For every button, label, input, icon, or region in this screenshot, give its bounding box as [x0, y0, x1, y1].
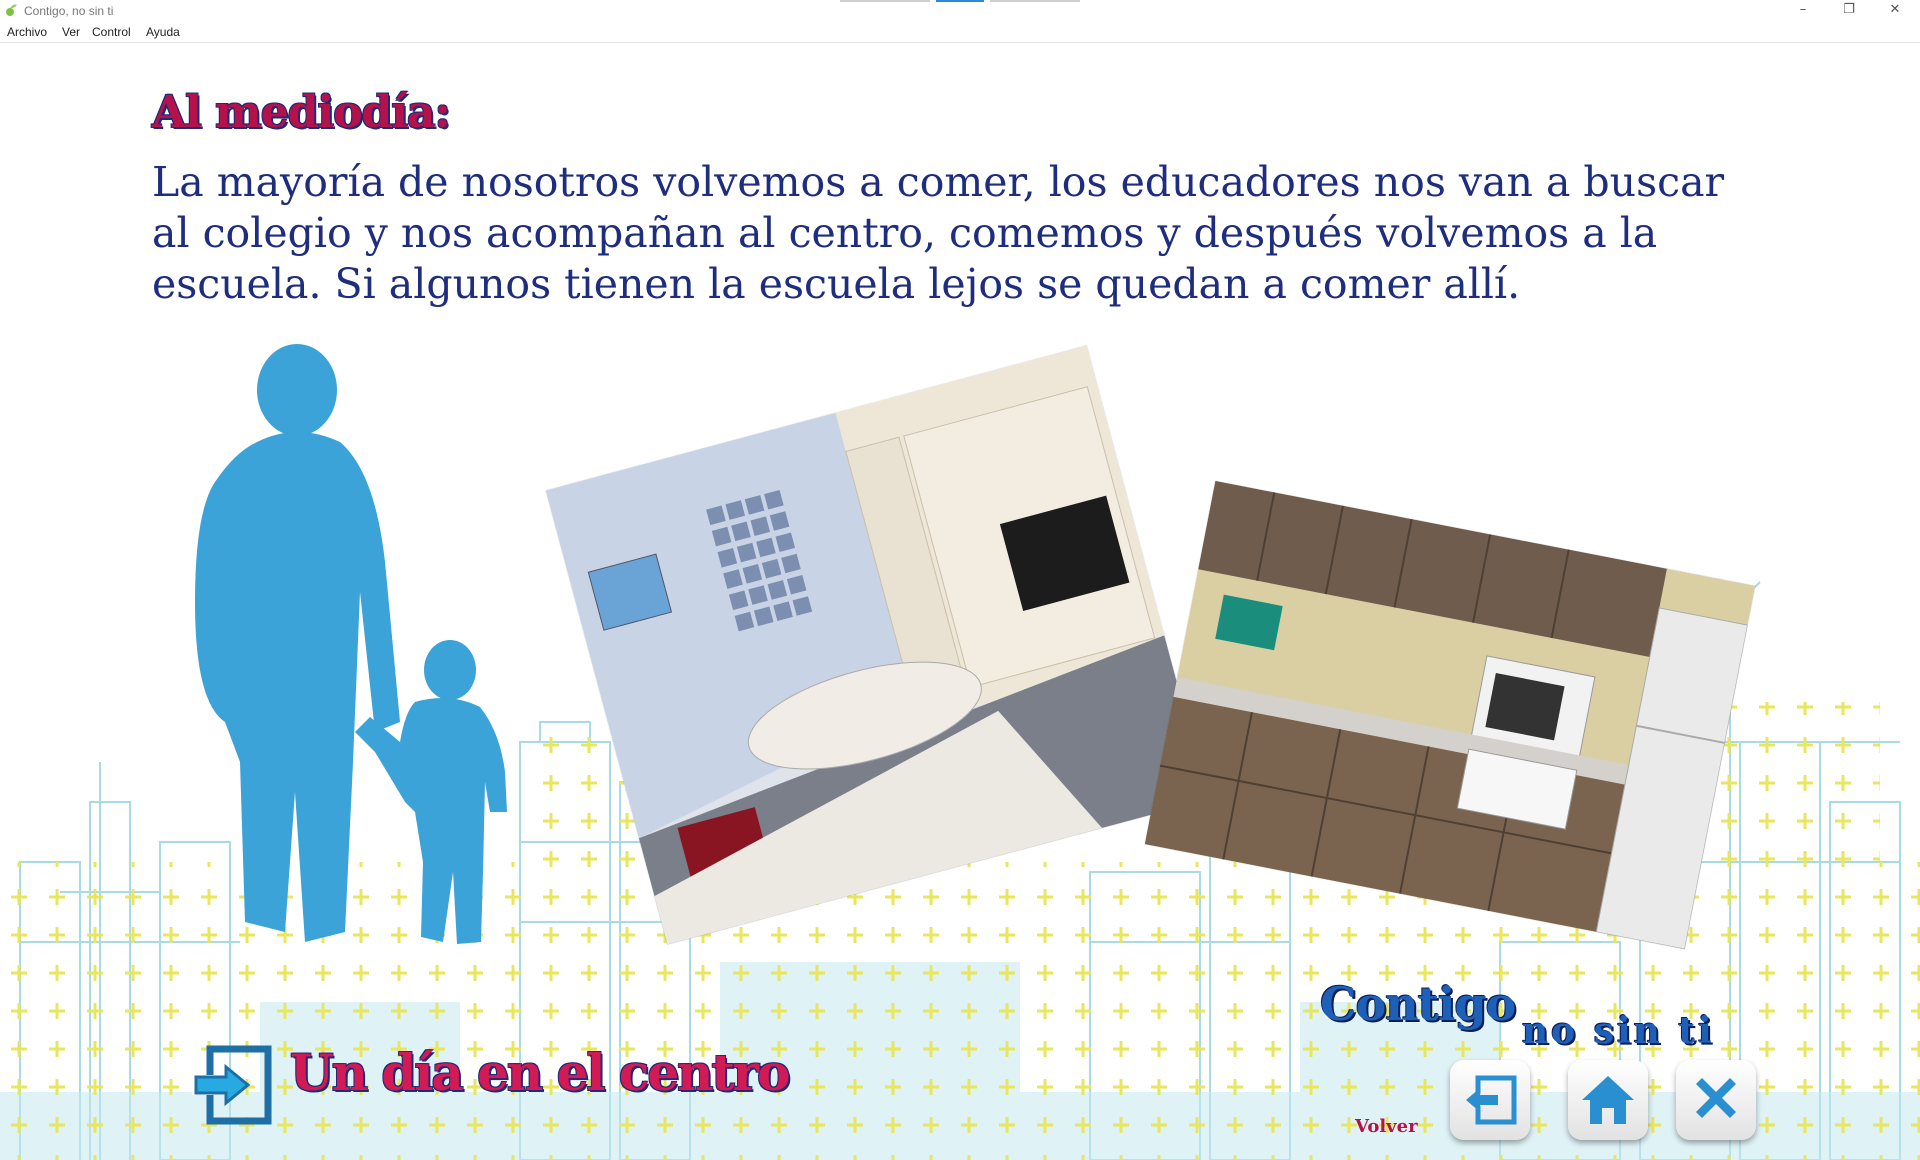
menu-ver[interactable]: Ver: [62, 25, 80, 39]
back-button[interactable]: [1450, 1060, 1530, 1140]
window-title: Contigo, no sin ti: [24, 4, 114, 18]
close-x-icon: [1696, 1078, 1736, 1118]
tab-indicator-active: [936, 0, 984, 2]
menu-archivo[interactable]: Archivo: [7, 25, 47, 39]
section-title-link[interactable]: Un día en el centro: [290, 1043, 790, 1102]
exit-arrow-icon: [1466, 1075, 1517, 1125]
adult-child-silhouette: [195, 344, 507, 944]
title-bar: Contigo, no sin ti – ❐ ✕: [0, 0, 1920, 22]
brand-logo-line2: no sin ti: [1522, 1010, 1715, 1052]
menu-control[interactable]: Control: [92, 25, 131, 39]
app-leaf-icon: [6, 4, 17, 16]
tab-indicator: [840, 0, 930, 2]
close-button[interactable]: [1676, 1060, 1756, 1140]
brand-logo-line1: Contigo: [1320, 977, 1516, 1031]
page-body-text: La mayoría de nosotros volvemos a comer,…: [152, 158, 1725, 308]
close-window-button[interactable]: ✕: [1872, 0, 1918, 22]
menu-bar: Archivo Ver Control Ayuda: [0, 22, 1920, 43]
page-heading: Al mediodía:: [152, 87, 451, 138]
home-button[interactable]: [1568, 1060, 1648, 1140]
tab-indicator: [990, 0, 1080, 2]
volver-label: Volver: [1355, 1116, 1418, 1137]
page-content: Al mediodía: La mayoría de nosotros volv…: [0, 42, 1920, 1160]
menu-ayuda[interactable]: Ayuda: [146, 25, 180, 39]
home-icon: [1582, 1076, 1634, 1124]
enter-arrow-icon[interactable]: [192, 1045, 274, 1125]
restore-button[interactable]: ❐: [1826, 0, 1872, 22]
minimize-button[interactable]: –: [1780, 0, 1826, 22]
